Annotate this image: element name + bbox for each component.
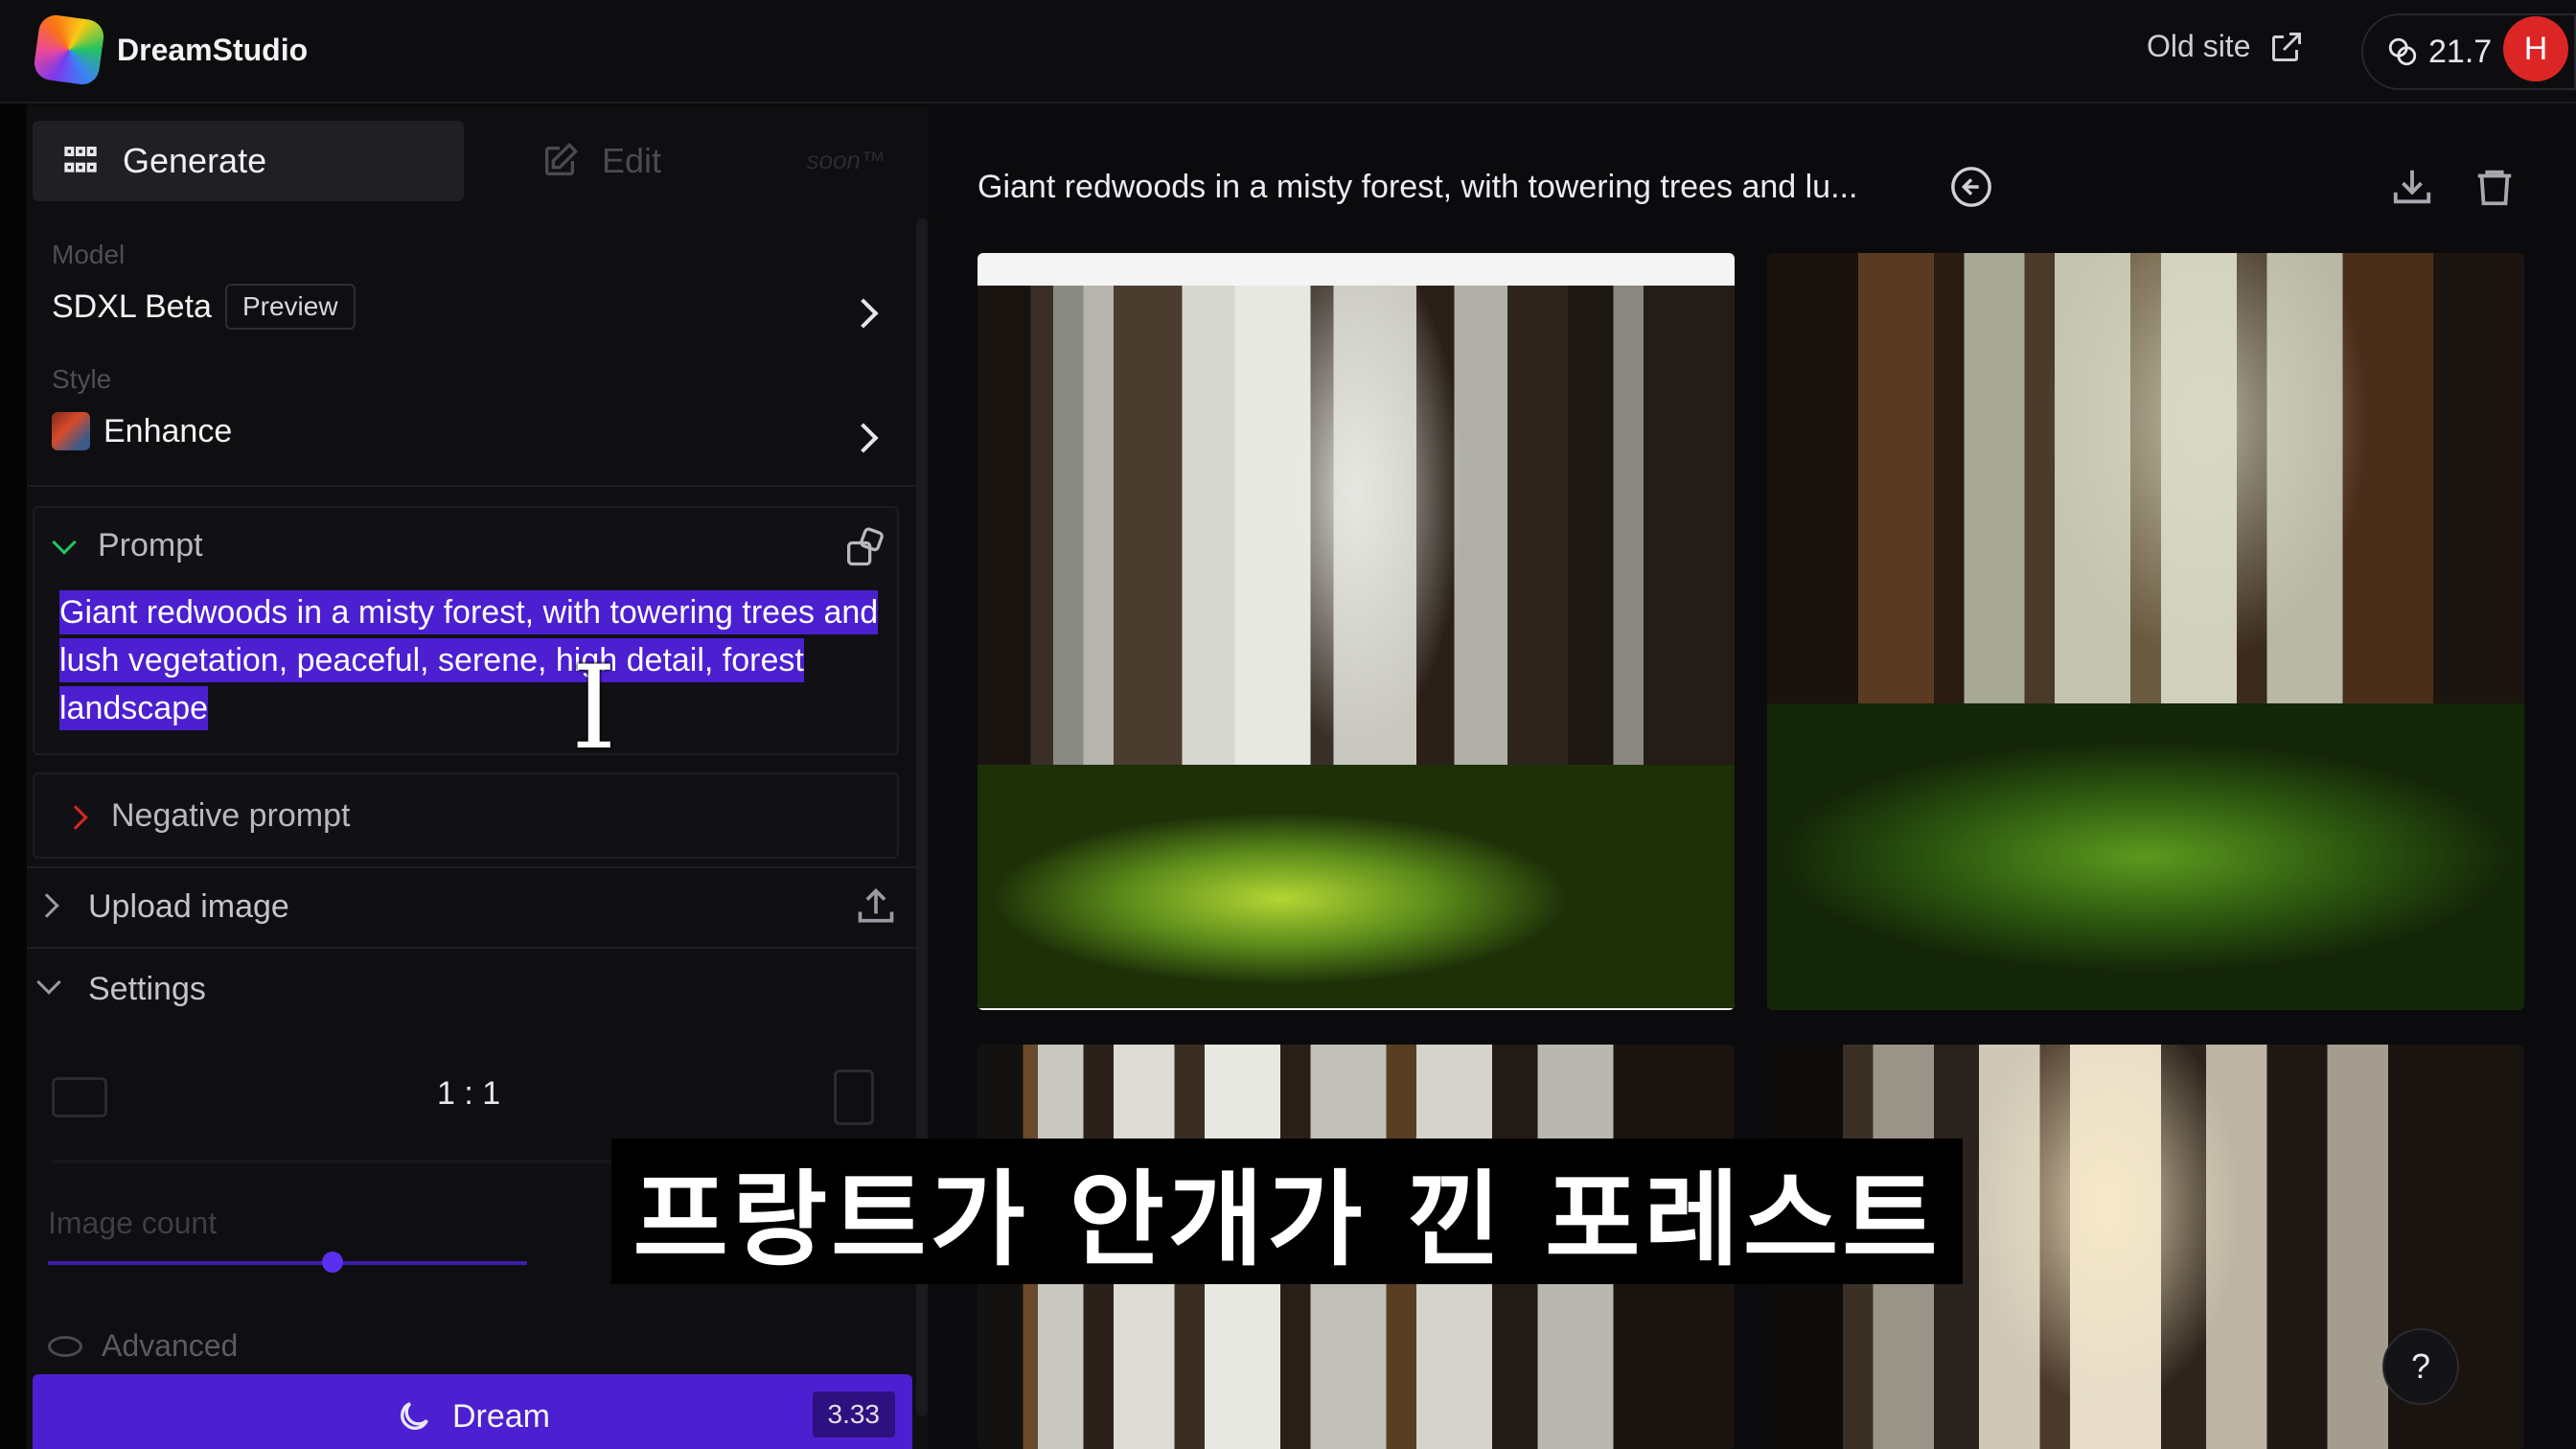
advanced-label: Advanced	[102, 1328, 239, 1363]
old-site-link[interactable]: Old site	[2147, 29, 2304, 64]
brand[interactable]: DreamStudio	[32, 12, 309, 87]
trash-icon	[2477, 170, 2512, 206]
prompt-textarea[interactable]: Giant redwoods in a misty forest, with t…	[59, 588, 884, 732]
settings-section[interactable]: Settings	[27, 949, 908, 1029]
tab-edit[interactable]: Edit soon™	[512, 121, 914, 201]
image-count-slider-thumb[interactable]	[322, 1252, 343, 1273]
image-count-slider[interactable]	[48, 1261, 527, 1265]
model-chevron-right-icon[interactable]	[848, 298, 879, 329]
user-avatar[interactable]: H	[2503, 16, 2568, 81]
coins-icon	[2388, 37, 2417, 66]
style-value: Enhance	[104, 412, 233, 449]
old-site-label: Old site	[2147, 29, 2251, 63]
enhance-style-icon	[52, 412, 90, 450]
text-cursor-icon: I	[571, 642, 617, 775]
style-chevron-right-icon[interactable]	[848, 423, 879, 453]
dream-cost-badge: 3.33	[812, 1392, 895, 1438]
prompt-header[interactable]: Prompt	[52, 527, 203, 564]
dreamstudio-logo	[32, 12, 106, 87]
help-button[interactable]: ?	[2382, 1328, 2459, 1405]
forest-floor	[978, 765, 1735, 1008]
tab-edit-label: Edit	[602, 141, 662, 180]
subtitle-caption: 프랑트가 안개가 낀 포레스트	[611, 1138, 1963, 1284]
moon-icon	[401, 1402, 428, 1430]
forest-image	[978, 286, 1735, 1008]
image-count-label: Image count	[48, 1206, 218, 1240]
advanced-section[interactable]: Advanced	[48, 1328, 238, 1364]
tab-generate[interactable]: Generate	[33, 121, 464, 201]
model-value: SDXL Beta	[52, 288, 212, 325]
generated-image-2[interactable]	[1767, 253, 2524, 1010]
chevron-right-icon	[63, 805, 88, 830]
left-edge-strip	[0, 0, 27, 1449]
tab-generate-label: Generate	[123, 141, 267, 180]
chevron-down-icon	[36, 970, 61, 995]
arrow-left-circle-icon	[1951, 167, 1991, 207]
style-label: Style	[52, 364, 112, 394]
chevron-right-icon	[34, 893, 59, 918]
generated-image-1[interactable]	[978, 253, 1735, 1010]
negative-prompt-label: Negative prompt	[111, 796, 351, 834]
style-selector[interactable]: Enhance	[52, 412, 232, 450]
generation-title: Giant redwoods in a misty forest, with t…	[978, 169, 1858, 205]
prompt-panel: Prompt Giant redwoods in a misty forest,…	[33, 506, 899, 755]
model-label: Model	[52, 240, 126, 269]
dream-button[interactable]: Dream 3.33	[33, 1374, 912, 1449]
download-button[interactable]	[2390, 165, 2434, 209]
app-name: DreamStudio	[117, 32, 309, 67]
landscape-ratio-icon[interactable]	[52, 1077, 107, 1117]
preview-badge: Preview	[224, 284, 356, 330]
divider	[27, 485, 928, 487]
back-button[interactable]	[1949, 165, 1993, 209]
download-icon	[2393, 170, 2431, 204]
eye-icon	[48, 1335, 82, 1357]
upload-image-label: Upload image	[88, 887, 289, 925]
settings-label: Settings	[88, 970, 206, 1007]
upload-image-section[interactable]: Upload image	[27, 866, 908, 947]
aspect-ratio-value: 1 : 1	[437, 1075, 501, 1112]
negative-prompt-panel[interactable]: Negative prompt	[33, 772, 899, 859]
soon-tag: soon™	[806, 146, 886, 174]
delete-button[interactable]	[2472, 165, 2517, 209]
dice-icon[interactable]	[845, 527, 887, 569]
mode-tabs: Generate Edit soon™	[33, 121, 914, 201]
edit-icon	[545, 142, 579, 175]
dream-label: Dream	[451, 1397, 551, 1435]
aspect-ratio-control: 1 : 1	[27, 1064, 908, 1163]
portrait-ratio-icon[interactable]	[834, 1070, 874, 1125]
credits-value: 21.7	[2428, 33, 2493, 70]
forest-floor	[1767, 703, 2524, 1010]
upload-icon[interactable]	[855, 886, 897, 928]
prompt-text-value: Giant redwoods in a misty forest, with t…	[59, 590, 879, 730]
top-bar: DreamStudio Old site 21.7 H	[0, 0, 2576, 104]
external-link-icon	[2272, 32, 2302, 61]
model-selector[interactable]: SDXL Beta Preview	[52, 284, 356, 330]
grid-icon	[64, 147, 97, 172]
prompt-label: Prompt	[98, 527, 203, 564]
chevron-down-icon	[52, 529, 77, 555]
